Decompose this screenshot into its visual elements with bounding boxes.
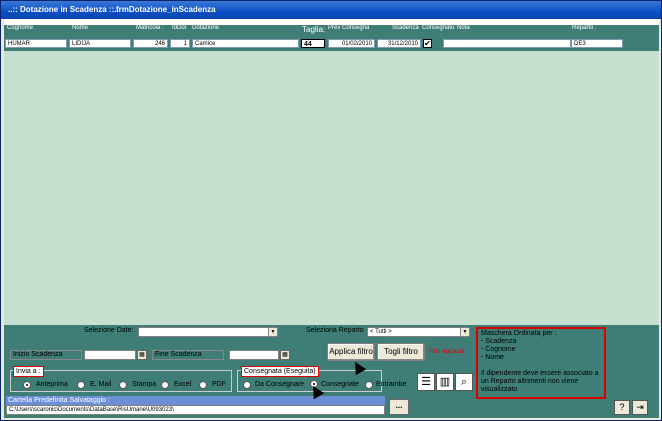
cell-taglia[interactable]: 44 (301, 39, 325, 48)
fine-scadenza-label: Fine Scadenza (152, 350, 224, 360)
help-icon[interactable]: ? (614, 400, 630, 415)
radio-entrambe-label: Entrambe (376, 381, 407, 388)
window-title: ..:: Dotazione in Scadenza ::.. (8, 5, 119, 14)
cell-reparto[interactable]: DE3 (571, 39, 623, 48)
cell-iddot[interactable]: 1 (170, 39, 190, 48)
cell-dotazione[interactable]: Camice (192, 39, 299, 48)
radio-email[interactable] (77, 381, 85, 389)
cartella-label: Cartella Predefinita Salvataggio : (6, 396, 385, 405)
cell-nota[interactable] (443, 39, 571, 48)
exit-door-icon[interactable]: ⇥ (632, 400, 648, 415)
table-row[interactable]: HUMAR LIDIJA 246 1 Camice 44 01/02/2010 … (4, 37, 659, 51)
invia-frame: Invia a : Anteprima E. Mail Stampa Excel… (10, 366, 232, 392)
col-cognome: Cognome (7, 25, 34, 31)
reparto-combo[interactable]: < Tutti > ▼ (367, 327, 470, 337)
col-taglia: Taglia: (302, 25, 326, 34)
filtri-applicati-label: Filtri Applicati (429, 349, 465, 355)
radio-stampa-label: Stampa (132, 381, 157, 388)
cell-cognome[interactable]: HUMAR (5, 39, 67, 48)
col-prev-consegna: Prev Consegna (328, 25, 370, 31)
radio-email-label: E. Mail (90, 381, 112, 388)
radio-pdf[interactable] (199, 381, 207, 389)
browse-button[interactable]: ... (389, 399, 409, 415)
radio-consegnate-label: Consegnate (321, 381, 359, 388)
col-scadenza: Scadenza (392, 25, 419, 31)
cell-scadenza[interactable]: 31/12/2010 (377, 39, 421, 48)
radio-pdf-label: PDF (212, 381, 226, 388)
inizio-scadenza-input[interactable] (84, 350, 136, 360)
seleziona-reparto-label: Seleziona Reparto (306, 327, 364, 334)
main-window: ..:: Dotazione in Scadenza ::.. frmDotaz… (0, 0, 662, 421)
chart-icon[interactable]: ▥ (436, 373, 454, 391)
report-list-icon[interactable]: ☰ (417, 373, 435, 391)
reparto-value: < Tutti > (370, 329, 392, 335)
filter-panel: Selezione Date: ▼ Seleziona Reparto < Tu… (4, 325, 659, 418)
col-dotazione: Dotazione (192, 25, 220, 31)
cell-nome[interactable]: LIDIJA (69, 39, 131, 48)
col-iddot: IdDot (172, 25, 187, 31)
window-subtitle: frmDotazione_inScadenza (116, 5, 216, 14)
invia-title: Invia a : (13, 366, 44, 377)
consegnato-checkbox[interactable]: ✔ (423, 39, 432, 48)
togli-filtro-button[interactable]: Togli filtro (377, 343, 425, 361)
chevron-down-icon[interactable]: ▼ (268, 328, 277, 336)
selezione-date-combo[interactable]: ▼ (138, 327, 278, 337)
cell-prev-consegna[interactable]: 01/02/2010 (328, 39, 375, 48)
radio-excel-label: Excel (174, 381, 192, 388)
col-nota: Nota (457, 25, 470, 31)
column-header: Cognome Nome Matricola : IdDot Dotazione… (4, 25, 659, 37)
col-matricola: Matricola : (136, 25, 164, 31)
cartella-path-input[interactable]: C:\Users\scaronic\Documents\DataBase\Ris… (6, 405, 385, 415)
applica-filtro-button[interactable]: Applica filtro (327, 343, 375, 361)
col-reparto: Reparto : (572, 25, 597, 31)
radio-anteprima-label: Anteprima (36, 381, 68, 388)
calendar-icon[interactable]: ▦ (137, 350, 147, 360)
radio-entrambe[interactable] (365, 381, 373, 389)
calendar-icon[interactable]: ▦ (280, 350, 290, 360)
info-note: Maschera Ordinata per : - Scadenza - Cog… (476, 327, 606, 399)
radio-da-consegnare-label: Da Consegnare (255, 381, 305, 388)
fine-scadenza-input[interactable] (229, 350, 279, 360)
detail-area: HUMAR LIDIJA 246 1 Camice 44 01/02/2010 … (4, 37, 659, 325)
col-consegnato: Consegnato (422, 25, 455, 31)
col-nome: Nome (72, 25, 89, 31)
inizio-scadenza-label: Inizio Scadenza (10, 350, 82, 360)
preview-magnifier-icon[interactable]: ⌕ (455, 373, 473, 391)
radio-stampa[interactable] (119, 381, 127, 389)
selezione-date-label: Selezione Date: (84, 327, 134, 334)
radio-anteprima[interactable] (23, 381, 31, 389)
consegnata-title: Consegnata (Eseguita) (241, 366, 319, 377)
radio-excel[interactable] (161, 381, 169, 389)
cell-matricola[interactable]: 246 (133, 39, 168, 48)
chevron-down-icon[interactable]: ▼ (460, 328, 469, 336)
radio-da-consegnare[interactable] (243, 381, 251, 389)
title-bar[interactable]: ..:: Dotazione in Scadenza ::.. frmDotaz… (1, 1, 661, 19)
